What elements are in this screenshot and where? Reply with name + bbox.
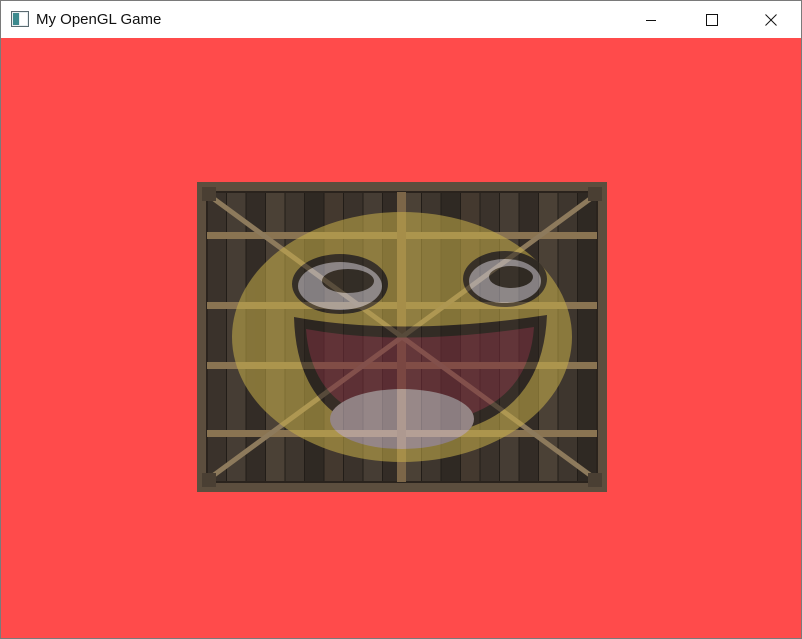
close-button[interactable]: [748, 1, 794, 38]
opengl-viewport[interactable]: [1, 38, 801, 638]
maximize-icon: [706, 13, 718, 26]
close-icon: [765, 13, 777, 26]
app-window-icon: [11, 11, 29, 27]
app-window: My OpenGL Game: [0, 0, 802, 639]
textured-quad: [197, 182, 607, 492]
minimize-button[interactable]: [628, 1, 674, 38]
title-bar[interactable]: My OpenGL Game: [1, 1, 801, 38]
maximize-button[interactable]: [689, 1, 735, 38]
render-canvas: [1, 38, 801, 638]
minimize-icon: [645, 14, 657, 26]
window-title: My OpenGL Game: [36, 11, 162, 28]
awesome-face-texture: [232, 212, 572, 462]
